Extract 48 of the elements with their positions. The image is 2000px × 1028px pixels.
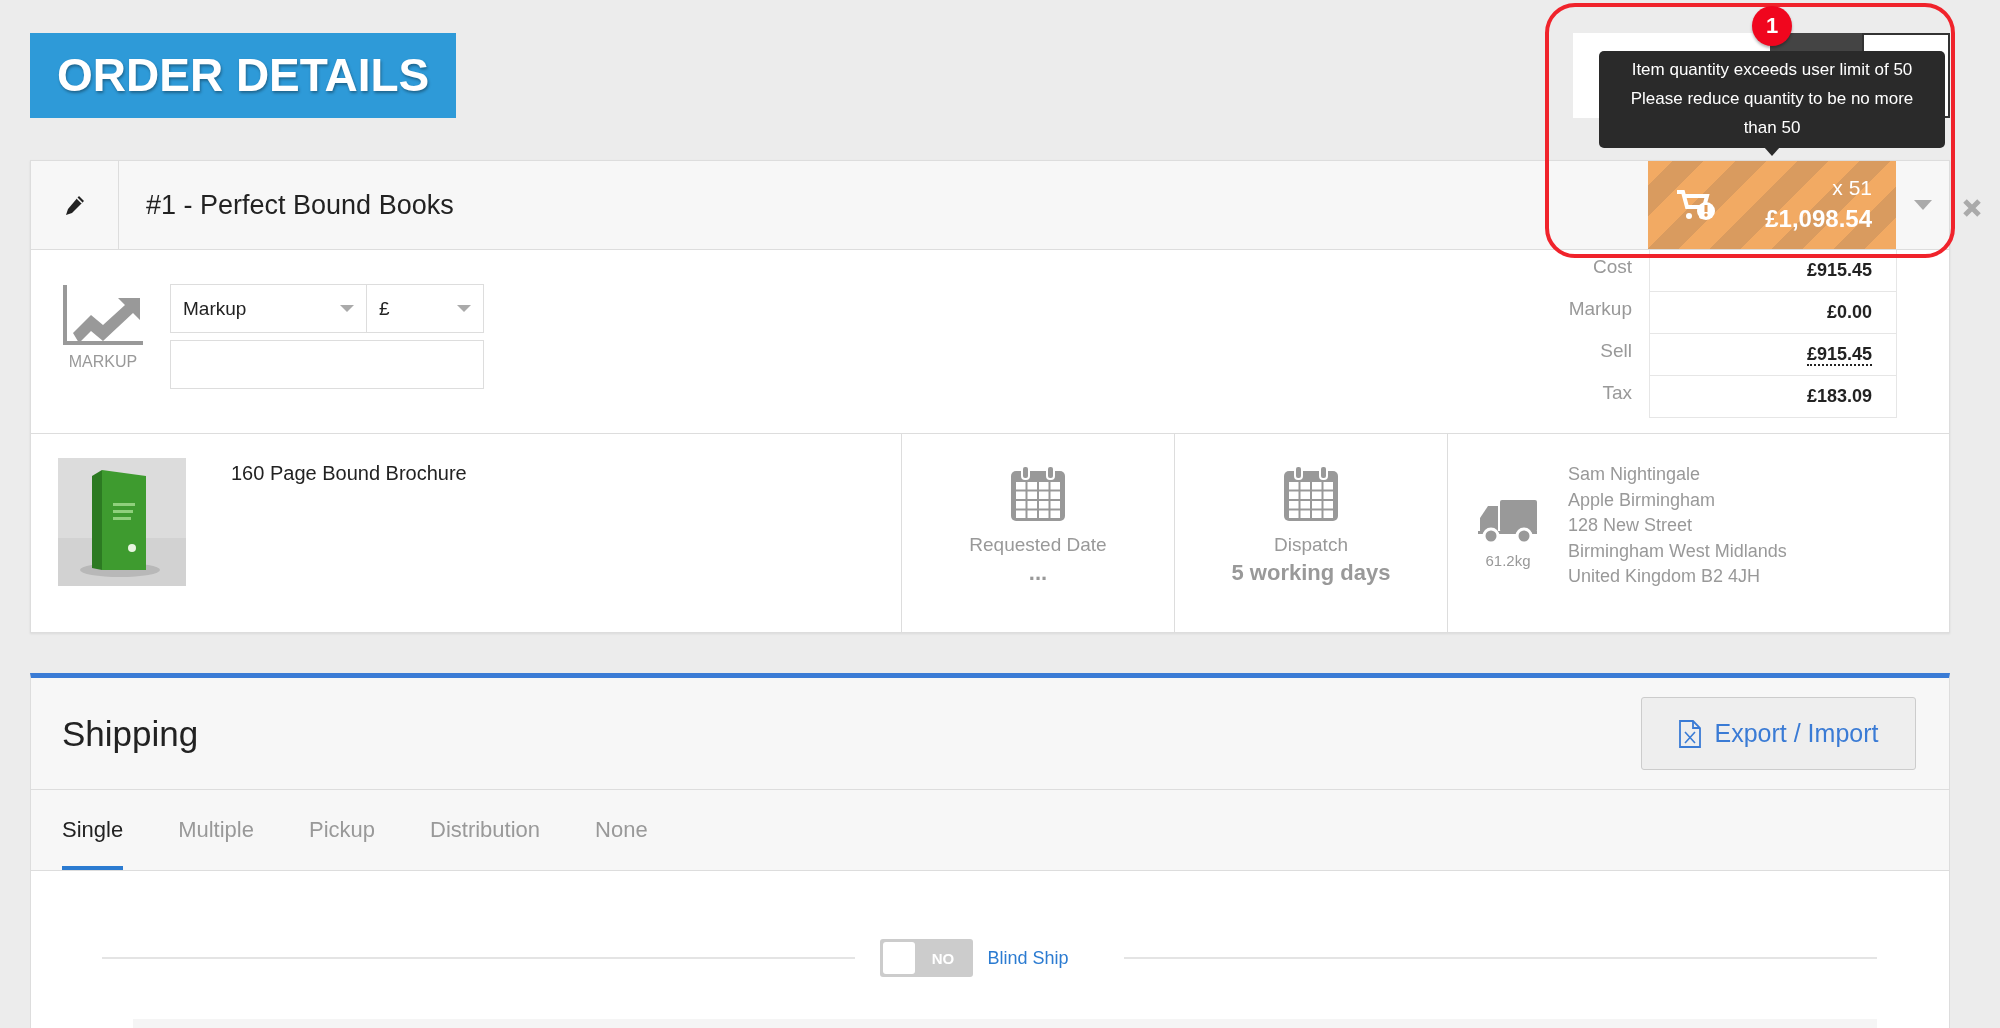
requested-date-value: ... — [1028, 560, 1048, 586]
price-total: £1,098.54 — [1765, 204, 1872, 234]
summary-label: Cost — [1591, 255, 1632, 279]
summary-cell: £915.45 — [1649, 334, 1897, 376]
calendar-icon — [1283, 466, 1339, 522]
summary-cell: £183.09 — [1649, 376, 1897, 418]
address-line: Sam Nightingale — [1568, 464, 1702, 486]
tooltip-text: Please reduce quantity to be no more than 50 — [1629, 88, 1915, 139]
spreadsheet-file-icon — [1678, 719, 1701, 748]
price-block[interactable]: x 51 £1,098.54 — [1648, 161, 1896, 249]
cart-warning-icon — [1676, 189, 1716, 221]
shipping-tab[interactable]: None — [595, 790, 648, 870]
address-line: United Kingdom B2 4JH — [1568, 566, 1762, 588]
shipping-weight: 61.2kg — [1485, 551, 1531, 569]
address-line: 128 New Street — [1568, 515, 1694, 537]
markup-field[interactable] — [170, 340, 484, 389]
summary-label: Markup — [1568, 297, 1632, 321]
shipping-tab[interactable]: Multiple — [178, 790, 254, 870]
address-line: Birmingham West Midlands — [1568, 540, 1787, 563]
quantity: x 51 — [1831, 175, 1872, 201]
caret-icon — [340, 305, 354, 312]
requested-date-label: Requested Date — [969, 534, 1107, 556]
summary-cell: £0.00 — [1649, 292, 1897, 334]
blind-ship-link[interactable]: Blind Ship — [987, 947, 1069, 969]
currency-select[interactable]: £ — [367, 284, 484, 333]
item-title: #1 - Perfect Bound Books — [146, 189, 454, 221]
caret-icon — [457, 305, 471, 312]
dispatch-label: Dispatch — [1274, 534, 1348, 556]
panel-title: Shipping — [62, 713, 199, 754]
dispatch-value: 5 working days — [1231, 560, 1391, 586]
product-name: 160 Page Bound Brochure — [231, 462, 467, 486]
calendar-icon — [1010, 466, 1066, 522]
caret-icon — [1913, 200, 1932, 210]
page-title: ORDER DETAILS — [30, 33, 457, 118]
pencil-icon — [63, 194, 86, 216]
close-icon — [1963, 199, 1981, 217]
summary-label: Tax — [1601, 381, 1632, 405]
address-line: Apple Birmingham — [1568, 489, 1717, 512]
chart-up-icon — [63, 285, 143, 345]
shipping-tab[interactable]: Pickup — [308, 790, 375, 870]
tooltip-text: Item quantity exceeds user limit of 50 — [1630, 59, 1914, 81]
markup-label: MARKUP — [68, 353, 138, 371]
markup-type-select[interactable]: Markup — [170, 284, 367, 333]
export-import-button[interactable]: Export / Import — [1641, 697, 1916, 770]
summary-label: Sell — [1599, 339, 1632, 363]
shipping-tab[interactable]: Single — [62, 790, 124, 870]
summary-cell: £915.45 — [1649, 250, 1897, 292]
shipping-tab[interactable]: Distribution — [430, 790, 541, 870]
